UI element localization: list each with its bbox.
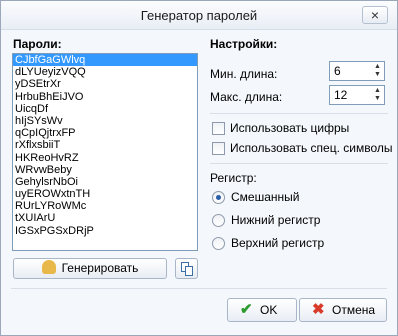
use-digits-label: Использовать цифры (230, 121, 350, 135)
divider (210, 163, 388, 164)
list-item[interactable]: hIjSYsWv (13, 115, 197, 127)
radio-icon[interactable] (212, 237, 225, 250)
max-length-label: Макс. длина: (210, 90, 283, 104)
list-item[interactable]: yDSEtrXr (13, 78, 197, 90)
radio-icon[interactable] (212, 214, 225, 227)
case-mixed-label: Смешанный (231, 190, 300, 204)
list-item[interactable]: HrbuBhEiJVO (13, 91, 197, 103)
checkbox-box[interactable] (212, 142, 225, 155)
use-special-checkbox[interactable]: Использовать спец. символы (212, 141, 393, 157)
generate-button-label: Генерировать (61, 261, 139, 275)
list-item[interactable]: CJbfGaGWlvq (13, 54, 197, 67)
list-item[interactable]: qCpIQjtrxFP (13, 127, 197, 139)
case-mixed-radio[interactable]: Смешанный (212, 190, 362, 206)
list-item[interactable]: dLYUeyizVQQ (13, 66, 197, 78)
generate-button[interactable]: Генерировать (13, 258, 167, 279)
spin-arrows-icon[interactable]: ▲ ▼ (373, 87, 382, 103)
title-bar: Генератор паролей × (1, 1, 397, 30)
case-lower-radio[interactable]: Нижний регистр (212, 213, 362, 229)
min-length-value: 6 (334, 64, 341, 78)
settings-label: Настройки: (210, 37, 278, 51)
min-length-label: Мин. длина: (210, 67, 278, 81)
case-lower-label: Нижний регистр (231, 213, 321, 227)
ok-button-label: OK (260, 303, 278, 317)
password-generator-window: Генератор паролей × Пароли: CJbfGaGWlvq … (0, 0, 398, 336)
check-icon: ✔ (240, 301, 253, 318)
list-item[interactable]: GehylsrNbOi (13, 176, 197, 188)
passwords-label: Пароли: (13, 37, 62, 51)
max-length-value: 12 (334, 88, 348, 102)
ok-button[interactable]: ✔ OK (227, 298, 297, 322)
wizard-icon (41, 260, 56, 274)
use-special-label: Использовать спец. символы (230, 141, 393, 155)
use-digits-checkbox[interactable]: Использовать цифры (212, 121, 382, 137)
window-title: Генератор паролей (140, 8, 258, 23)
list-item[interactable]: rXflxsbiiT (13, 139, 197, 151)
case-upper-radio[interactable]: Верхний регистр (212, 236, 362, 252)
list-item[interactable]: tXUIArU (13, 212, 197, 224)
cross-icon: ✖ (312, 301, 325, 318)
list-item[interactable]: RUrLYRoWMc (13, 200, 197, 212)
close-button[interactable]: × (362, 6, 388, 24)
list-item[interactable]: IGSxPGSxDRjP (13, 225, 197, 237)
case-upper-label: Верхний регистр (231, 236, 325, 250)
spin-arrows-icon[interactable]: ▲ ▼ (373, 63, 382, 79)
list-item[interactable]: UicqDf (13, 103, 197, 115)
passwords-list[interactable]: CJbfGaGWlvq dLYUeyizVQQ yDSEtrXr HrbuBhE… (12, 53, 198, 251)
min-length-stepper[interactable]: 6 ▲ ▼ (329, 61, 385, 81)
divider (210, 113, 388, 114)
list-item[interactable]: uyEROWxtnTH (13, 188, 197, 200)
cancel-button[interactable]: ✖ Отмена (299, 298, 387, 322)
list-item[interactable]: WRvwBeby (13, 164, 197, 176)
cancel-button-label: Отмена (332, 303, 376, 317)
list-item[interactable]: HKReoHvRZ (13, 152, 197, 164)
radio-selected-icon[interactable] (212, 191, 225, 204)
case-label: Регистр: (210, 171, 257, 185)
copy-button[interactable] (175, 258, 198, 279)
footer-divider (11, 288, 387, 289)
checkbox-box[interactable] (212, 122, 225, 135)
copy-icon (181, 262, 193, 276)
max-length-stepper[interactable]: 12 ▲ ▼ (329, 85, 385, 105)
